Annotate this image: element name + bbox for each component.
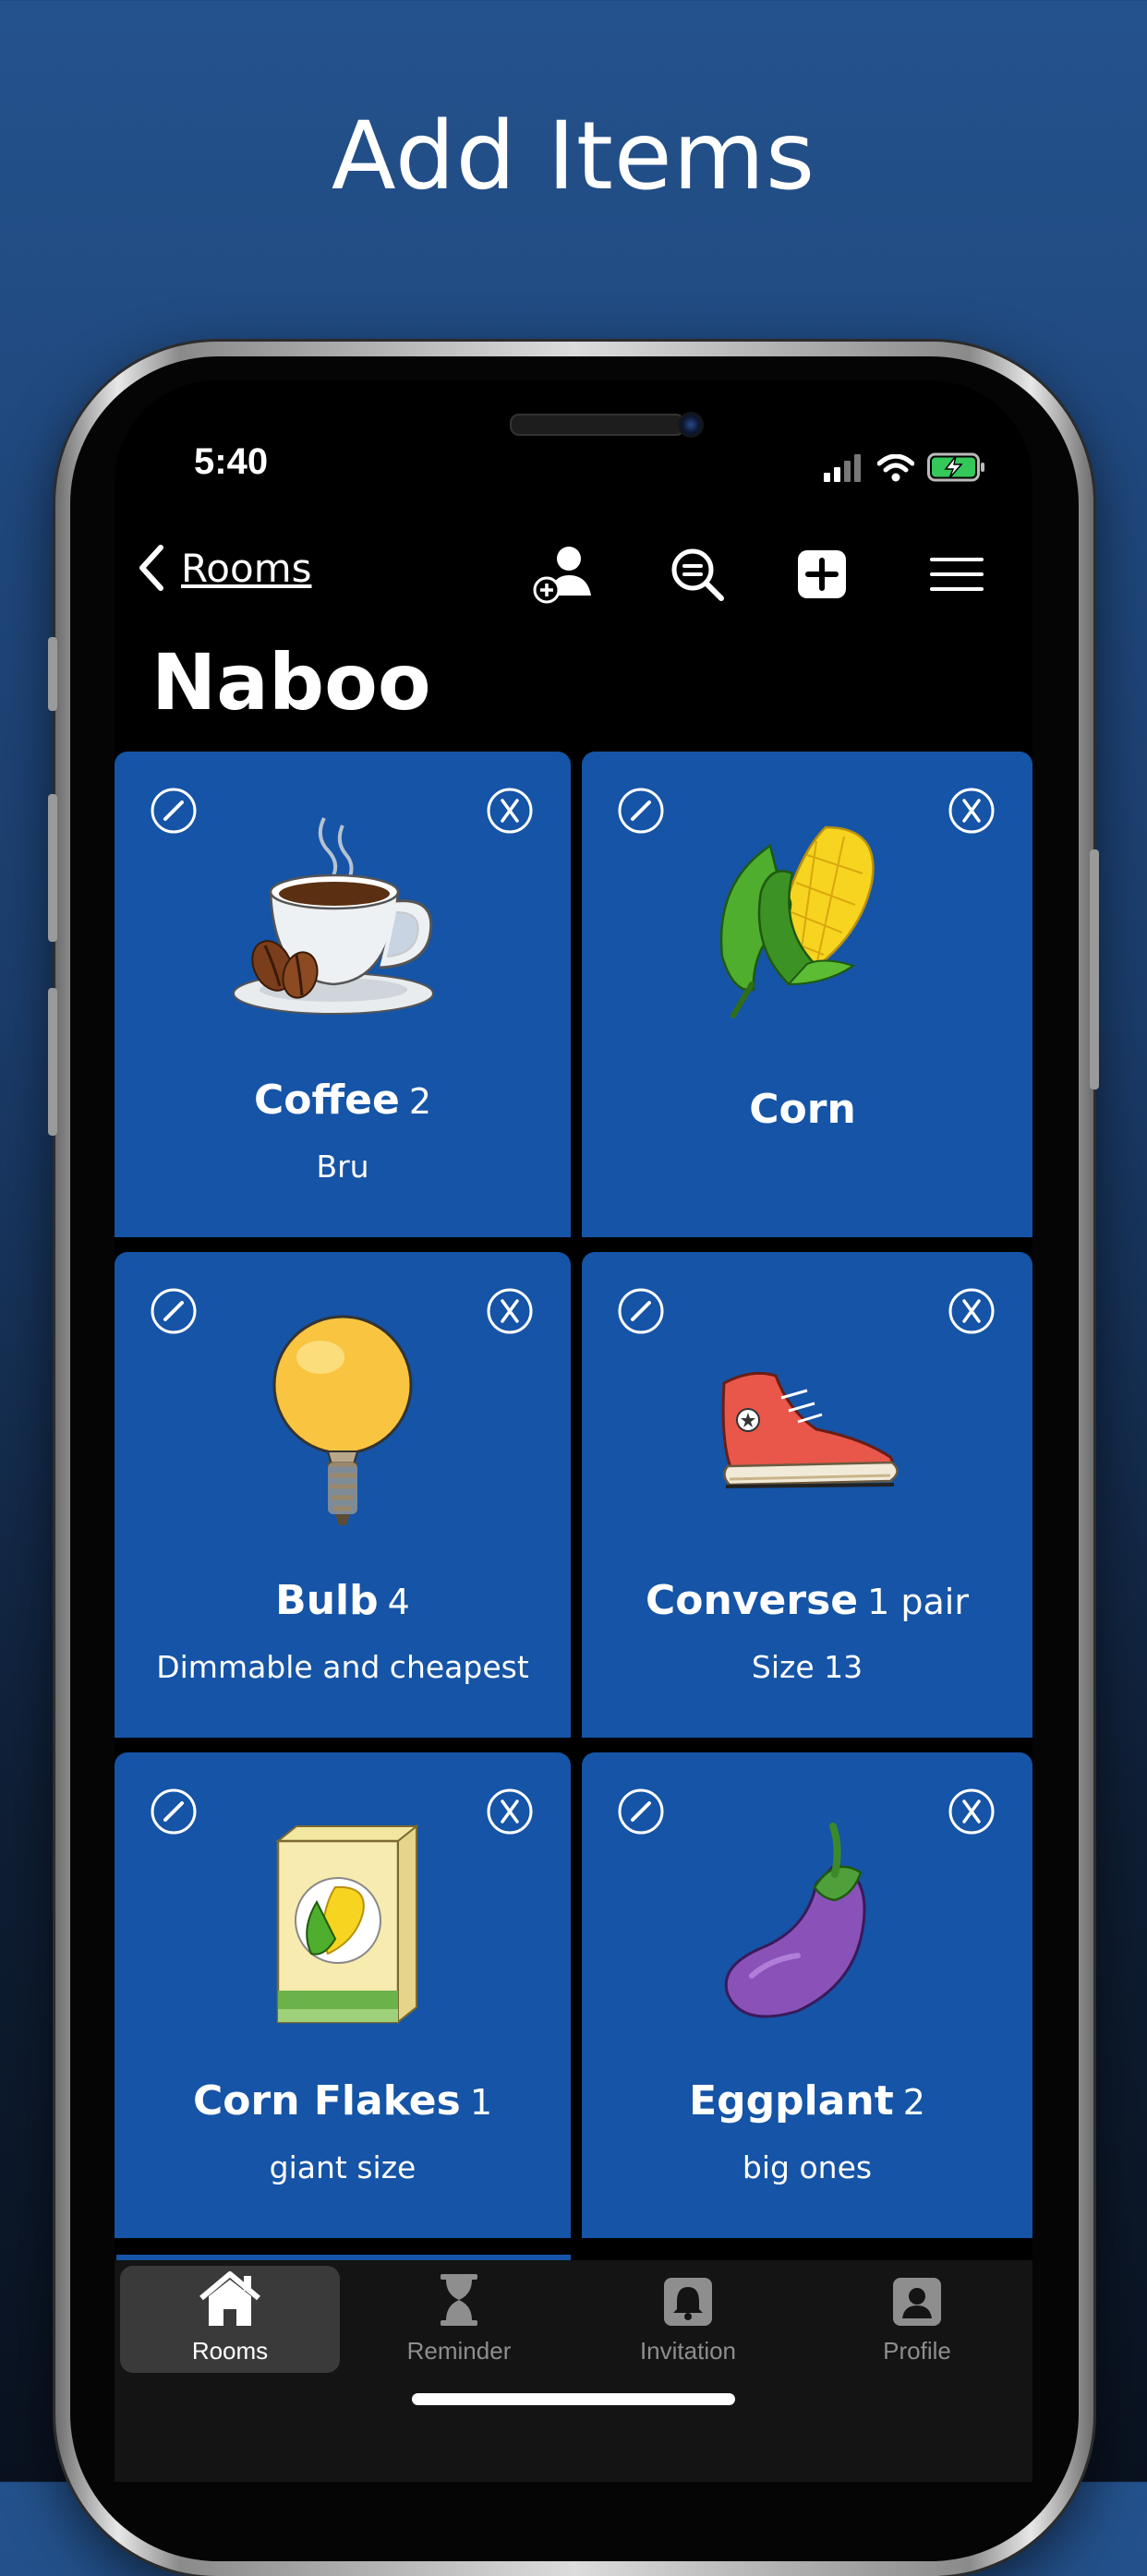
delete-icon[interactable]	[948, 787, 996, 835]
bell-icon	[664, 2278, 712, 2326]
item-name: Corn Flakes	[193, 2077, 461, 2125]
item-quantity: 1 pair	[867, 1582, 969, 1622]
volume-up-button	[48, 794, 57, 942]
sneaker-image	[721, 1371, 899, 1488]
delete-icon[interactable]	[948, 1788, 996, 1836]
tab-label: Reminder	[406, 2337, 512, 2365]
item-card[interactable]: Converse 1 pair Size 13	[582, 1252, 1032, 1738]
delete-icon[interactable]	[486, 787, 534, 835]
search-button[interactable]	[665, 542, 730, 607]
home-indicator[interactable]	[412, 2393, 735, 2405]
cereal-box-image	[275, 1824, 419, 2025]
delete-icon[interactable]	[486, 1287, 534, 1335]
hourglass-icon	[441, 2274, 477, 2326]
item-name: Corn	[749, 1086, 856, 1133]
tab-bar: Rooms Reminder Invitation Profile	[115, 2260, 1032, 2482]
back-label: Rooms	[181, 545, 312, 591]
tab-rooms[interactable]: Rooms	[120, 2266, 340, 2373]
item-card[interactable]: Bulb 4 Dimmable and cheapest	[115, 1252, 571, 1738]
item-description: giant size	[269, 2149, 417, 2185]
eggplant-image	[724, 1823, 866, 2018]
item-quantity: 2	[408, 1081, 432, 1122]
add-item-button[interactable]	[790, 542, 854, 607]
volume-down-button	[48, 988, 57, 1136]
item-description: big ones	[742, 2149, 873, 2185]
menu-icon	[930, 558, 984, 591]
delete-icon[interactable]	[948, 1287, 996, 1335]
chevron-left-icon	[139, 545, 163, 591]
edit-icon[interactable]	[617, 1287, 665, 1335]
item-name-row: Corn	[582, 1086, 1032, 1133]
edit-icon[interactable]	[617, 1788, 665, 1836]
bulb-image	[272, 1315, 413, 1525]
item-name-row: Coffee 2	[115, 1077, 571, 1124]
status-time: 5:40	[194, 441, 269, 482]
wifi-icon	[877, 454, 914, 482]
front-camera	[678, 412, 704, 438]
battery-charging-icon	[927, 452, 984, 482]
item-name-row: Eggplant 2	[582, 2077, 1032, 2125]
item-name-row: Bulb 4	[115, 1577, 571, 1624]
item-card[interactable]: Corn Flakes 1 giant size	[115, 1752, 571, 2238]
item-name-row: Converse 1 pair	[582, 1577, 1032, 1624]
room-title: Naboo	[151, 637, 431, 728]
edit-icon[interactable]	[150, 1287, 198, 1335]
corn-image	[719, 825, 875, 1018]
item-card[interactable]: Eggplant 2 big ones	[582, 1752, 1032, 2238]
promo-headline: Add Items	[331, 102, 816, 211]
item-card[interactable]: Coffee 2 Bru	[115, 752, 571, 1237]
back-to-rooms-button[interactable]: Rooms	[135, 542, 311, 594]
speaker	[510, 414, 685, 436]
add-icon	[798, 550, 846, 598]
tab-reminder[interactable]: Reminder	[349, 2266, 569, 2373]
edit-icon[interactable]	[150, 787, 198, 835]
tab-label: Invitation	[639, 2337, 737, 2365]
profile-icon	[893, 2278, 941, 2326]
status-indicators	[824, 449, 986, 482]
tab-invitation[interactable]: Invitation	[578, 2266, 798, 2373]
item-description: Bru	[316, 1149, 369, 1185]
home-icon	[199, 2271, 260, 2326]
item-quantity: 2	[902, 2082, 925, 2123]
item-name: Bulb	[275, 1577, 379, 1624]
item-quantity: 4	[387, 1582, 410, 1622]
tab-label: Profile	[883, 2337, 951, 2365]
invite-user-button[interactable]	[532, 542, 597, 607]
search-icon	[671, 548, 724, 601]
edit-icon[interactable]	[150, 1788, 198, 1836]
item-description: Size 13	[751, 1649, 863, 1685]
tab-profile[interactable]: Profile	[807, 2266, 1027, 2373]
item-name: Coffee	[253, 1077, 400, 1124]
phone-screen: 5:40 Rooms Naboo Coffee 2 Bru Corn Bulb …	[115, 380, 1032, 2482]
add-person-icon	[533, 547, 591, 604]
coffee-cup-image	[233, 817, 434, 1015]
item-quantity: 1	[469, 2082, 492, 2123]
signal-icon	[824, 454, 861, 482]
item-name: Eggplant	[689, 2077, 894, 2125]
item-name-row: Corn Flakes 1	[115, 2077, 571, 2125]
mute-switch	[48, 637, 57, 711]
power-button	[1090, 849, 1099, 1089]
item-description: Dimmable and cheapest	[156, 1649, 529, 1685]
item-card[interactable]: Corn	[582, 752, 1032, 1237]
tab-label: Rooms	[191, 2337, 269, 2365]
edit-icon[interactable]	[617, 787, 665, 835]
delete-icon[interactable]	[486, 1788, 534, 1836]
menu-button[interactable]	[924, 542, 989, 607]
item-name: Converse	[646, 1577, 859, 1624]
